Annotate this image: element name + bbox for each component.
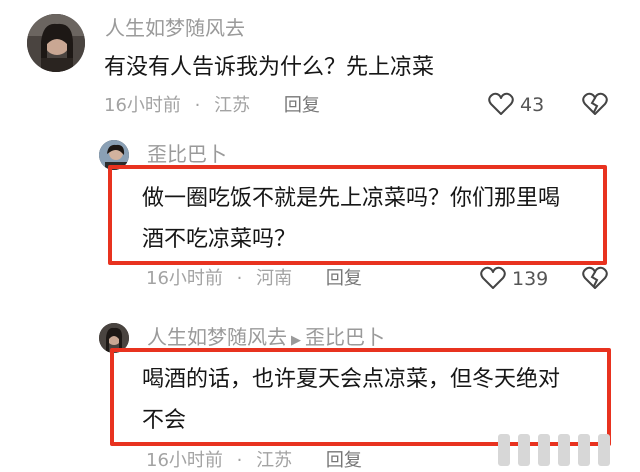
like-count: 139 (512, 268, 549, 290)
comment-username[interactable]: 人生如梦随风去 (147, 325, 287, 349)
right-triangle-icon: ▶ (291, 333, 301, 348)
comment-text-line: 不会 (142, 408, 187, 433)
comment-time: 16小时前 (104, 95, 181, 116)
comment-meta: 16小时前 · 江苏 回复 (104, 95, 320, 117)
comment-text-line: 酒不吃凉菜吗？ (142, 227, 297, 252)
comment-time: 16小时前 (146, 450, 223, 471)
watermark-logo (498, 434, 633, 468)
comment-location: 江苏 (256, 450, 293, 471)
comment-meta: 16小时前 · 河南 回复 (146, 268, 362, 290)
comment-time: 16小时前 (146, 268, 223, 289)
reply-button[interactable]: 回复 (284, 95, 320, 116)
comment-username[interactable]: 歪比巴卜 (147, 142, 227, 166)
heart-outline-icon[interactable] (488, 92, 514, 116)
reply-to-username[interactable]: 歪比巴卜 (305, 325, 385, 349)
meta-separator: · (194, 95, 201, 116)
meta-separator: · (236, 450, 243, 471)
avatar[interactable] (27, 14, 85, 72)
broken-heart-icon[interactable] (582, 92, 608, 116)
comment-text: 有没有人告诉我为什么？先上凉菜 (104, 55, 435, 80)
comment-text-line: 做一圈吃饭不就是先上凉菜吗？你们那里喝 (142, 186, 561, 211)
heart-outline-icon[interactable] (480, 266, 506, 290)
comment-text-line: 喝酒的话，也许夏天会点凉菜，但冬天绝对 (142, 367, 561, 392)
reply-button[interactable]: 回复 (326, 450, 362, 471)
avatar-image (27, 14, 85, 72)
like-count: 43 (520, 94, 545, 116)
comment-username[interactable]: 人生如梦随风去 (105, 16, 245, 40)
broken-heart-icon[interactable] (582, 266, 608, 290)
comment-location: 江苏 (214, 95, 251, 116)
comment-location: 河南 (256, 268, 293, 289)
reply-button[interactable]: 回复 (326, 268, 362, 289)
meta-separator: · (236, 268, 243, 289)
